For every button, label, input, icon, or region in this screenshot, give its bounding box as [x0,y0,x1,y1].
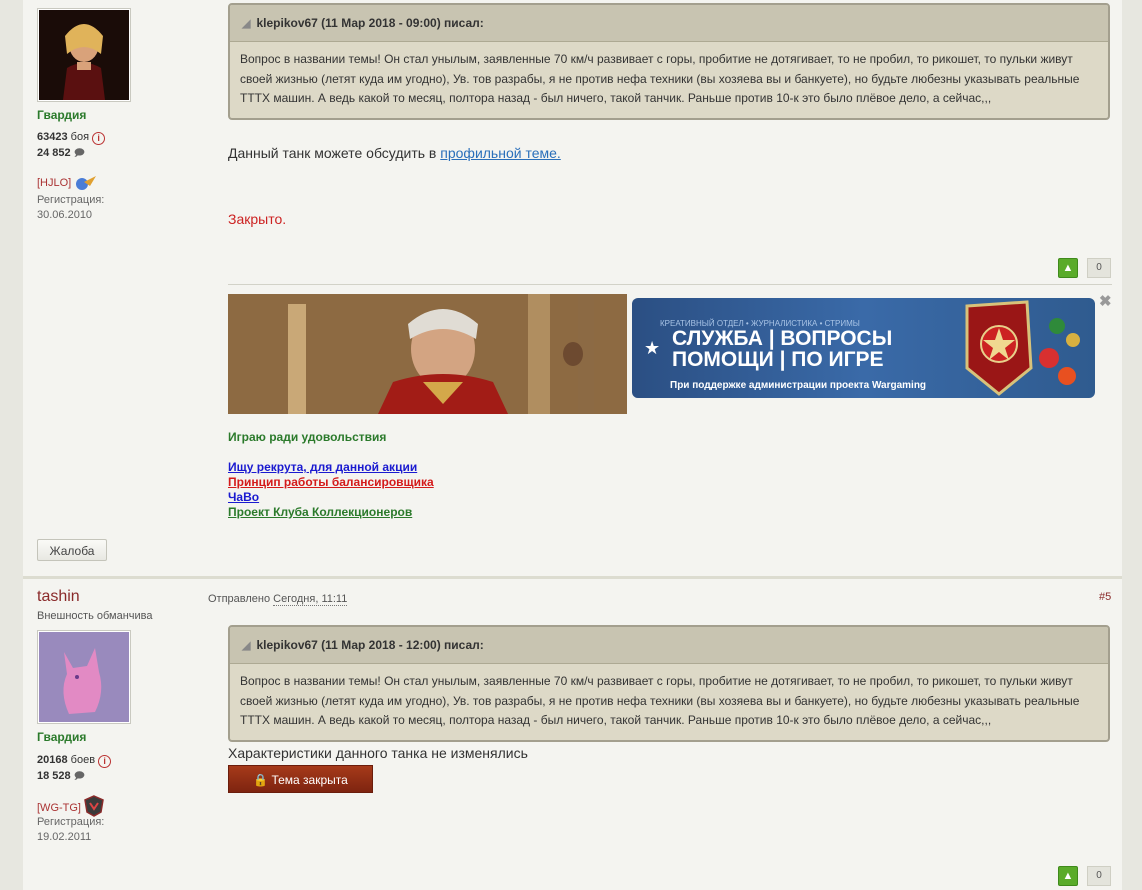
quote-icon: ◢ [242,640,251,652]
user-title: Внешность обманчива [37,610,153,622]
vote-up-button[interactable]: ▲ [1058,866,1078,886]
signature-link-faq[interactable]: ЧаВо [228,490,259,504]
quote-header: ◢ klepikov67 (11 Мар 2018 - 09:00) писал: [230,5,1108,42]
quote-header: ◢ klepikov67 (11 Мар 2018 - 12:00) писал: [230,627,1108,664]
clan-tag[interactable]: [WG-TG] [37,795,104,817]
help-service-banner[interactable]: КРЕАТИВНЫЙ ОТДЕЛ • ЖУРНАЛИСТИКА • СТРИМЫ… [632,298,1095,398]
user-group: Гвардия [37,730,87,744]
registration-info: Регистрация: 19.02.2011 [37,816,105,843]
report-button[interactable]: Жалоба [37,539,107,561]
signature-divider [228,284,1112,285]
speech-bubble-icon: 🗩 [73,148,85,159]
post-date: Отправлено Сегодня, 11:11 [208,593,348,606]
star-icon: ★ [644,338,661,358]
messages-count: 24 852 🗩 [37,146,85,163]
quote-block: ◢ klepikov67 (11 Мар 2018 - 09:00) писал:… [228,3,1110,120]
banner-subtitle: При поддержке администрации проекта Warg… [670,380,927,391]
info-icon[interactable]: i [92,132,106,145]
clan-emblem-icon [84,795,104,817]
info-icon[interactable]: i [98,755,112,768]
closed-text: Закрыто. [228,211,287,227]
messages-count: 18 528 🗩 [37,769,85,786]
profile-topic-link[interactable]: профильной теме. [440,145,561,161]
clan-emblem-icon [76,176,97,190]
quote-body: Вопрос в названии темы! Он стал унылым, … [240,674,1080,727]
vote-up-button[interactable]: ▲ [1058,258,1078,278]
vote-count: 0 [1087,258,1111,278]
signature-image [228,294,627,414]
guard-emblem-icon [965,300,1080,396]
signature-link-collectors[interactable]: Проект Клуба Коллекционеров [228,505,412,519]
signature-link-recruit[interactable]: Ищу рекрута, для данной акции [228,460,417,474]
username[interactable]: tashin [37,588,80,606]
topic-closed-button[interactable]: 🔒 Тема закрыта [228,765,373,793]
quote-body: Вопрос в названии темы! Он стал унылым, … [240,52,1080,105]
quote-block: ◢ klepikov67 (11 Мар 2018 - 12:00) писал:… [228,625,1110,742]
post-text: Данный танк можете обсудить в профильной… [228,145,561,161]
signature-link-balancer[interactable]: Принцип работы балансировщика [228,475,434,489]
vote-count: 0 [1087,866,1111,886]
lock-icon: 🔒 [253,773,269,787]
clan-tag[interactable]: [HJLO] [37,174,98,190]
signature-tagline: Играю ради удовольствия [228,430,387,444]
post-separator [23,576,1122,579]
user-avatar[interactable] [37,630,131,724]
registration-info: Регистрация: 30.06.2010 [37,194,105,221]
speech-bubble-icon: 🗩 [73,771,85,782]
banner-title: СЛУЖБА | ВОПРОСЫ ПОМОЩИ | ПО ИГРЕ [672,327,893,371]
close-icon[interactable]: ✖ [1099,292,1112,310]
battles-count: 63423 боя i [37,131,106,145]
battles-count: 20168 боев i [37,754,112,768]
user-group: Гвардия [37,108,87,122]
post-number-link[interactable]: #5 [1099,591,1111,603]
user-avatar[interactable] [37,8,131,102]
quote-icon: ◢ [242,18,251,30]
post-text: Характеристики данного танка не изменяли… [228,745,528,761]
posts-panel [23,0,1122,890]
